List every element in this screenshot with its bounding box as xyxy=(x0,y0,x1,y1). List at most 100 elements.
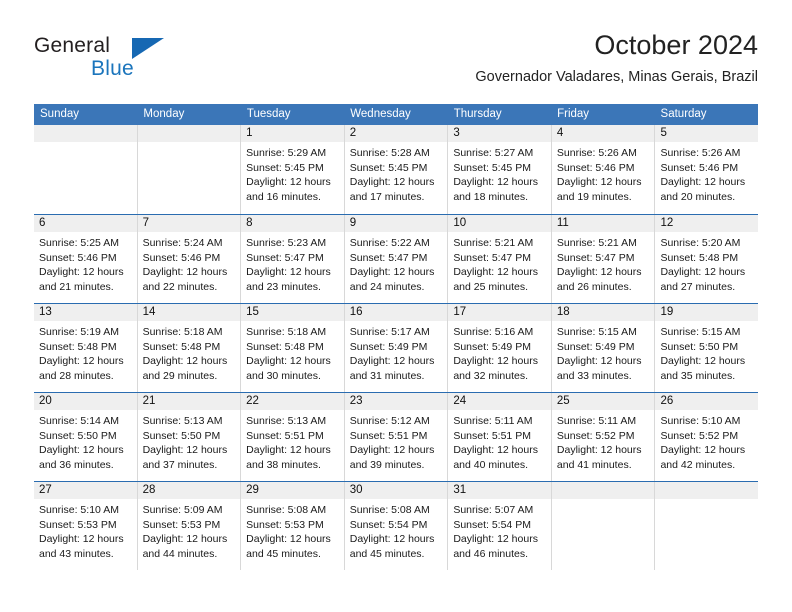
sun-info: Sunrise: 5:26 AM Sunset: 5:46 PM Daylight:… xyxy=(552,142,655,204)
sun-info-line: and 41 minutes. xyxy=(556,458,632,471)
calendar-cell-day-14[interactable]: 14 Sunrise: 5:18 AM Sunset: 5:48 PM Dayligh… xyxy=(137,304,242,392)
sun-info-line: and 23 minutes. xyxy=(246,280,321,293)
calendar-cell-day-22[interactable]: 22 Sunrise: 5:13 AM Sunset: 5:51 PM Dayligh… xyxy=(241,393,345,481)
calendar-cell-day-12[interactable]: 12 Sunrise: 5:20 AM Sunset: 5:48 PM Dayligh… xyxy=(655,215,759,303)
calendar-cell-day-18[interactable]: 18 Sunrise: 5:15 AM Sunset: 5:49 PM Dayligh… xyxy=(551,304,656,392)
calendar-week-row: 20 Sunrise: 5:14 AM Sunset: 5:50 PM Dayligh… xyxy=(34,392,759,481)
sun-info-line: Sunset: 5:51 PM xyxy=(349,429,428,442)
sun-info-line: and 27 minutes. xyxy=(660,280,736,293)
day-number xyxy=(34,125,137,142)
calendar-cell-day-27[interactable]: 27 Sunrise: 5:10 AM Sunset: 5:53 PM Dayligh… xyxy=(34,482,138,570)
sun-info-line: Sunset: 5:53 PM xyxy=(39,518,117,531)
sun-info: Sunrise: 5:19 AM Sunset: 5:48 PM Daylight:… xyxy=(34,321,137,383)
sun-info-line: Sunrise: 5:24 AM xyxy=(142,237,223,249)
weekday-header-thursday: Thursday xyxy=(453,108,502,120)
calendar-cell-day-17[interactable]: 17 Sunrise: 5:16 AM Sunset: 5:49 PM Dayligh… xyxy=(448,304,552,392)
sun-info: Sunrise: 5:08 AM Sunset: 5:53 PM Daylight:… xyxy=(241,499,344,561)
day-number: 17 xyxy=(448,304,551,321)
calendar-cell-day-16[interactable]: 16 Sunrise: 5:17 AM Sunset: 5:49 PM Dayligh… xyxy=(344,304,449,392)
sun-info-line: Sunrise: 5:16 AM xyxy=(453,326,534,338)
sun-info: Sunrise: 5:08 AM Sunset: 5:54 PM Daylight:… xyxy=(345,499,448,561)
sun-info-line: Daylight: 12 hours xyxy=(142,266,228,278)
sun-info-line: and 32 minutes. xyxy=(453,369,529,382)
sun-info-line: Daylight: 12 hours xyxy=(246,444,331,456)
calendar-cell-day-2[interactable]: 2 Sunrise: 5:28 AM Sunset: 5:45 PM Daylight… xyxy=(344,125,449,214)
sun-info: Sunrise: 5:18 AM Sunset: 5:48 PM Daylight:… xyxy=(241,321,344,383)
calendar-cell-day-30[interactable]: 30 Sunrise: 5:08 AM Sunset: 5:54 PM Dayligh… xyxy=(344,482,449,570)
calendar-cell-day-13[interactable]: 13 Sunrise: 5:19 AM Sunset: 5:48 PM Dayligh… xyxy=(34,304,138,392)
brand-logo[interactable]: General Blue xyxy=(34,34,214,88)
day-number: 3 xyxy=(448,125,551,142)
sun-info-line: Daylight: 12 hours xyxy=(660,176,746,188)
brand-name-general: General xyxy=(34,34,111,57)
calendar-cell-day-3[interactable]: 3 Sunrise: 5:27 AM Sunset: 5:45 PM Daylight… xyxy=(448,125,552,214)
day-number xyxy=(137,125,241,142)
sun-info-line: Sunset: 5:52 PM xyxy=(660,429,739,442)
calendar-cell-day-11[interactable]: 11 Sunrise: 5:21 AM Sunset: 5:47 PM Dayligh… xyxy=(551,215,656,303)
sun-info: Sunrise: 5:25 AM Sunset: 5:46 PM Daylight:… xyxy=(34,232,137,294)
sun-info-line: Sunset: 5:50 PM xyxy=(39,429,117,442)
day-number: 2 xyxy=(344,125,448,142)
sun-info-line: Sunset: 5:46 PM xyxy=(142,251,221,264)
sun-info-line: Sunset: 5:53 PM xyxy=(246,518,324,531)
sun-info-line: Daylight: 12 hours xyxy=(246,533,331,545)
sun-info-line: Daylight: 12 hours xyxy=(142,355,228,367)
calendar-cell-day-15[interactable]: 15 Sunrise: 5:18 AM Sunset: 5:48 PM Dayligh… xyxy=(241,304,345,392)
calendar-cell-empty xyxy=(34,125,138,214)
sun-info-line: Sunset: 5:48 PM xyxy=(660,251,739,264)
day-number: 30 xyxy=(344,482,448,499)
day-number xyxy=(655,482,759,499)
day-number: 10 xyxy=(448,215,551,232)
sun-info: Sunrise: 5:13 AM Sunset: 5:51 PM Daylight:… xyxy=(241,410,344,472)
sun-info-line: Sunset: 5:49 PM xyxy=(556,340,635,353)
calendar-weeks: 1 Sunrise: 5:29 AM Sunset: 5:45 PM Daylight… xyxy=(34,125,759,570)
sun-info-line: and 24 minutes. xyxy=(349,280,425,293)
calendar-cell-day-29[interactable]: 29 Sunrise: 5:08 AM Sunset: 5:53 PM Dayligh… xyxy=(241,482,345,570)
day-number: 4 xyxy=(551,125,655,142)
sun-info-line: Sunrise: 5:26 AM xyxy=(660,147,741,159)
day-number: 18 xyxy=(551,304,655,321)
triangle-icon xyxy=(132,38,164,59)
day-number: 24 xyxy=(448,393,551,410)
calendar-cell-day-31[interactable]: 31 Sunrise: 5:07 AM Sunset: 5:54 PM Dayligh… xyxy=(448,482,552,570)
day-number: 19 xyxy=(655,304,759,321)
sun-info: Sunrise: 5:21 AM Sunset: 5:47 PM Daylight:… xyxy=(552,232,655,294)
sun-info-line: Sunrise: 5:14 AM xyxy=(39,415,119,427)
day-number: 27 xyxy=(34,482,137,499)
calendar-cell-day-8[interactable]: 8 Sunrise: 5:23 AM Sunset: 5:47 PM Daylight… xyxy=(241,215,345,303)
calendar-cell-day-5[interactable]: 5 Sunrise: 5:26 AM Sunset: 5:46 PM Daylight… xyxy=(655,125,759,214)
sun-info-line: and 30 minutes. xyxy=(246,369,321,382)
sun-info-line: and 42 minutes. xyxy=(660,458,736,471)
calendar-cell-day-28[interactable]: 28 Sunrise: 5:09 AM Sunset: 5:53 PM Dayligh… xyxy=(137,482,242,570)
calendar-cell-day-10[interactable]: 10 Sunrise: 5:21 AM Sunset: 5:47 PM Dayligh… xyxy=(448,215,552,303)
sun-info-line: and 37 minutes. xyxy=(142,458,218,471)
calendar-cell-day-6[interactable]: 6 Sunrise: 5:25 AM Sunset: 5:46 PM Daylight… xyxy=(34,215,138,303)
sun-info-line: Daylight: 12 hours xyxy=(660,355,746,367)
sun-info-line: Daylight: 12 hours xyxy=(142,533,228,545)
calendar-cell-day-7[interactable]: 7 Sunrise: 5:24 AM Sunset: 5:46 PM Daylight… xyxy=(137,215,242,303)
calendar-cell-day-1[interactable]: 1 Sunrise: 5:29 AM Sunset: 5:45 PM Daylight… xyxy=(241,125,345,214)
calendar-cell-day-25[interactable]: 25 Sunrise: 5:11 AM Sunset: 5:52 PM Dayligh… xyxy=(551,393,656,481)
calendar-cell-day-24[interactable]: 24 Sunrise: 5:11 AM Sunset: 5:51 PM Dayligh… xyxy=(448,393,552,481)
sun-info-line: Sunrise: 5:09 AM xyxy=(142,504,223,516)
sun-info-line: and 19 minutes. xyxy=(556,190,632,203)
sun-info-line: Daylight: 12 hours xyxy=(142,444,228,456)
title-block: October 2024 Governador Valadares, Minas… xyxy=(475,28,758,88)
sun-info-line: and 29 minutes. xyxy=(142,369,218,382)
calendar-cell-day-26[interactable]: 26 Sunrise: 5:10 AM Sunset: 5:52 PM Dayligh… xyxy=(655,393,759,481)
calendar-cell-day-23[interactable]: 23 Sunrise: 5:12 AM Sunset: 5:51 PM Dayligh… xyxy=(344,393,449,481)
calendar-cell-day-4[interactable]: 4 Sunrise: 5:26 AM Sunset: 5:46 PM Daylight… xyxy=(551,125,656,214)
day-number: 26 xyxy=(655,393,759,410)
calendar-cell-day-21[interactable]: 21 Sunrise: 5:13 AM Sunset: 5:50 PM Dayligh… xyxy=(137,393,242,481)
sun-info-line: and 21 minutes. xyxy=(39,280,114,293)
sun-info-line: and 28 minutes. xyxy=(39,369,114,382)
calendar-cell-day-9[interactable]: 9 Sunrise: 5:22 AM Sunset: 5:47 PM Daylight… xyxy=(344,215,449,303)
sun-info-line: Daylight: 12 hours xyxy=(39,444,124,456)
sun-info-line: Sunset: 5:53 PM xyxy=(142,518,221,531)
sun-info-line: Daylight: 12 hours xyxy=(556,176,642,188)
sun-info-line: Sunset: 5:47 PM xyxy=(246,251,324,264)
calendar-cell-empty xyxy=(655,482,759,570)
calendar-cell-day-20[interactable]: 20 Sunrise: 5:14 AM Sunset: 5:50 PM Dayligh… xyxy=(34,393,138,481)
calendar-cell-day-19[interactable]: 19 Sunrise: 5:15 AM Sunset: 5:50 PM Dayligh… xyxy=(655,304,759,392)
sun-info-line: Sunset: 5:48 PM xyxy=(39,340,117,353)
